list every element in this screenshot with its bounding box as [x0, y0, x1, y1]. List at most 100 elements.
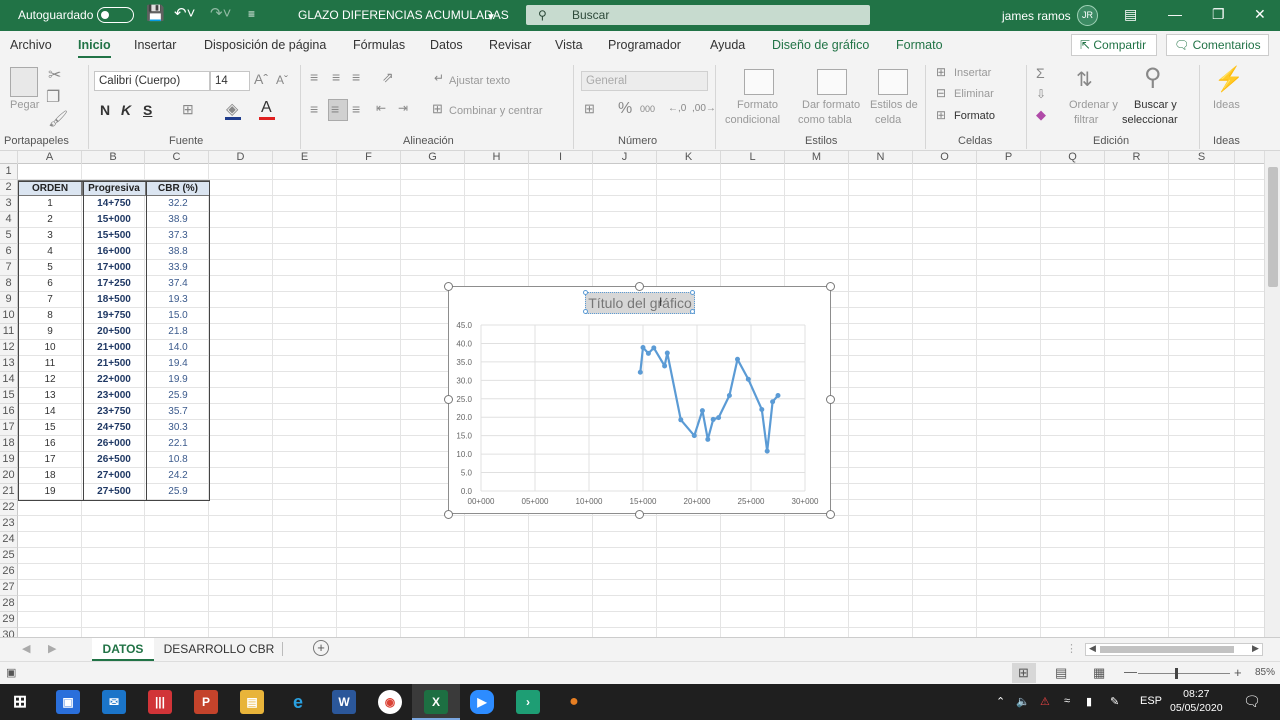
word-icon[interactable]: W	[332, 690, 356, 714]
search-box[interactable]: ⚲ Buscar	[526, 5, 870, 25]
column-header[interactable]: A	[18, 151, 82, 164]
find-label-2[interactable]: seleccionar	[1122, 114, 1178, 126]
table-cell[interactable]: 22+000	[82, 372, 146, 388]
table-cell[interactable]: 15+500	[82, 228, 146, 244]
minimize-icon[interactable]: —	[1168, 6, 1182, 22]
table-cell[interactable]: 11	[18, 356, 82, 372]
edge-icon[interactable]: e	[286, 690, 310, 714]
table-cell[interactable]: 19	[18, 484, 82, 500]
tab-archivo[interactable]: Archivo	[10, 38, 52, 52]
tab-disposicion[interactable]: Disposición de página	[204, 38, 326, 52]
table-format-label-2[interactable]: como tabla	[798, 114, 852, 126]
row-header[interactable]: 2	[0, 180, 18, 196]
conditional-format-icon[interactable]	[744, 69, 774, 95]
table-cell[interactable]: 15+000	[82, 212, 146, 228]
table-cell[interactable]: 21.8	[146, 324, 210, 340]
column-header[interactable]: K	[657, 151, 721, 164]
document-title[interactable]: GLAZO DIFERENCIAS ACUMULADAS	[298, 8, 509, 22]
decrease-decimal-icon[interactable]: ,00→	[692, 103, 716, 114]
close-icon[interactable]: ✕	[1254, 6, 1266, 23]
wrap-text-label[interactable]: Ajustar texto	[449, 75, 510, 87]
row-header[interactable]: 15	[0, 388, 18, 404]
table-cell[interactable]: 19.3	[146, 292, 210, 308]
font-name-select[interactable]: Calibri (Cuerpo)	[94, 71, 210, 91]
table-cell[interactable]: 27+500	[82, 484, 146, 500]
cell-styles-icon[interactable]	[878, 69, 908, 95]
table-cell[interactable]: 26+000	[82, 436, 146, 452]
sort-label-1[interactable]: Ordenar y	[1069, 99, 1118, 111]
wifi-icon[interactable]: ≈	[1064, 695, 1070, 707]
paste-label[interactable]: Pegar	[10, 99, 39, 111]
chart-resize-handle[interactable]	[444, 510, 453, 519]
app-orange-icon[interactable]: ●	[562, 690, 586, 714]
chart-resize-handle[interactable]	[444, 282, 453, 291]
row-header[interactable]: 27	[0, 580, 18, 596]
ideas-icon[interactable]: ⚡	[1214, 65, 1244, 94]
row-header[interactable]: 29	[0, 612, 18, 628]
sort-filter-icon[interactable]: ⇅	[1076, 67, 1093, 92]
table-cell[interactable]: 37.4	[146, 276, 210, 292]
tab-insertar[interactable]: Insertar	[134, 38, 176, 52]
tab-ayuda[interactable]: Ayuda	[710, 38, 745, 52]
table-cell[interactable]: 24+750	[82, 420, 146, 436]
column-header[interactable]: N	[849, 151, 913, 164]
table-cell[interactable]: 7	[18, 292, 82, 308]
format-cells-icon[interactable]: ⊞	[936, 108, 946, 122]
comments-button[interactable]: 🗨 Comentarios	[1166, 34, 1269, 56]
chart-resize-handle[interactable]	[826, 395, 835, 404]
autosave-toggle[interactable]	[97, 7, 134, 23]
align-right-icon[interactable]: ≡	[352, 101, 360, 117]
row-header[interactable]: 21	[0, 484, 18, 500]
tab-datos[interactable]: Datos	[430, 38, 463, 52]
row-header[interactable]: 28	[0, 596, 18, 612]
table-header-cell[interactable]: ORDEN	[18, 180, 82, 196]
table-cell[interactable]: 25.9	[146, 388, 210, 404]
chart-resize-handle[interactable]	[826, 510, 835, 519]
zoom-out-icon[interactable]: —	[1124, 664, 1137, 679]
table-cell[interactable]: 22.1	[146, 436, 210, 452]
scroll-right-icon[interactable]: ▶	[1252, 643, 1259, 654]
percent-icon[interactable]: %	[618, 100, 632, 118]
tab-formulas[interactable]: Fórmulas	[353, 38, 405, 52]
tray-chevron-icon[interactable]: ⌃	[996, 695, 1005, 708]
zoom-level[interactable]: 85%	[1255, 667, 1275, 678]
table-cell[interactable]: 2	[18, 212, 82, 228]
sort-label-2[interactable]: filtrar	[1074, 114, 1098, 126]
fill-color-icon[interactable]: ◈	[226, 99, 238, 119]
tab-vista[interactable]: Vista	[555, 38, 583, 52]
cut-icon[interactable]: ✂	[48, 65, 61, 85]
row-header[interactable]: 20	[0, 468, 18, 484]
row-header[interactable]: 13	[0, 356, 18, 372]
increase-decimal-icon[interactable]: ←,0	[668, 103, 686, 114]
table-cell[interactable]: 23+000	[82, 388, 146, 404]
tab-diseno-grafico[interactable]: Diseño de gráfico	[772, 38, 869, 52]
row-header[interactable]: 7	[0, 260, 18, 276]
table-cell[interactable]: 12	[18, 372, 82, 388]
column-header[interactable]: B	[82, 151, 145, 164]
undo-icon[interactable]: ↶˅	[174, 5, 195, 23]
column-header[interactable]: H	[465, 151, 529, 164]
tab-formato[interactable]: Formato	[896, 38, 943, 52]
zoom-slider[interactable]	[1138, 673, 1230, 674]
file-explorer-icon[interactable]: ▤	[240, 690, 264, 714]
row-header[interactable]: 3	[0, 196, 18, 212]
table-cell[interactable]: 38.9	[146, 212, 210, 228]
zoom-app-icon[interactable]: ▶	[470, 690, 494, 714]
column-header[interactable]: O	[913, 151, 977, 164]
row-header[interactable]: 8	[0, 276, 18, 292]
sheet-tab-desarrollo[interactable]: DESARROLLO CBR	[160, 638, 278, 661]
table-cell[interactable]: 17	[18, 452, 82, 468]
column-header[interactable]: M	[785, 151, 849, 164]
scroll-left-icon[interactable]: ◀	[1089, 643, 1096, 654]
bold-button[interactable]: N	[100, 102, 110, 118]
app-red-icon[interactable]: |||	[148, 690, 172, 714]
title-chevron-icon[interactable]: ▼	[486, 9, 496, 27]
align-middle-icon[interactable]: ≡	[332, 69, 340, 85]
column-header[interactable]: R	[1105, 151, 1169, 164]
table-cell[interactable]: 21+000	[82, 340, 146, 356]
table-cell[interactable]: 27+000	[82, 468, 146, 484]
table-cell[interactable]: 18+500	[82, 292, 146, 308]
customize-qat-icon[interactable]: ≡	[248, 5, 255, 23]
table-cell[interactable]: 19+750	[82, 308, 146, 324]
language-indicator[interactable]: ESP	[1140, 695, 1162, 707]
